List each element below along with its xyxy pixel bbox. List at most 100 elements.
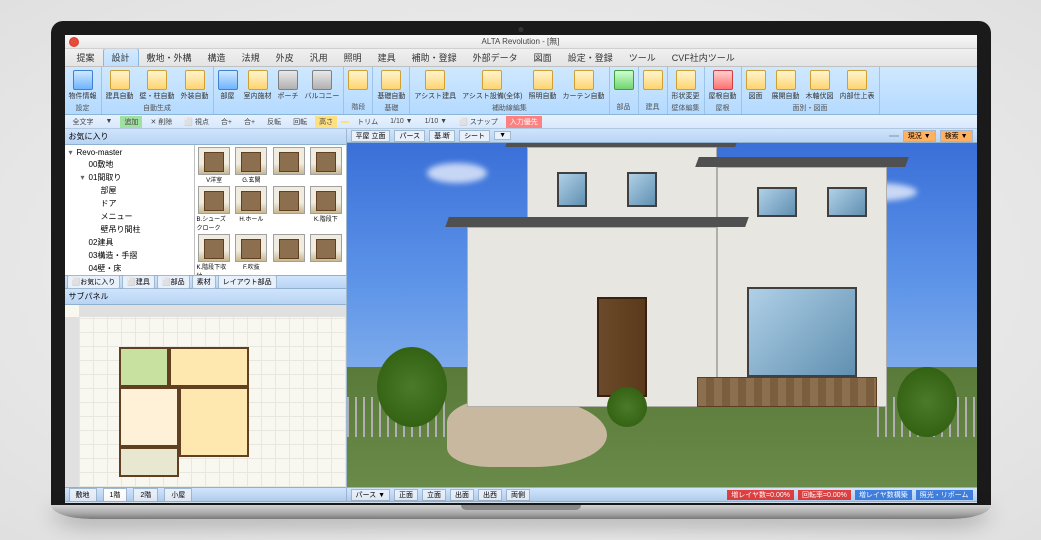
secondary-item[interactable]: ▼ xyxy=(102,117,117,126)
thumbnail-item[interactable] xyxy=(308,147,343,184)
thumbnail-item[interactable] xyxy=(271,234,306,275)
thumbnail-item[interactable]: H.ホール xyxy=(234,186,269,232)
ribbon-button[interactable]: カーテン自動 xyxy=(561,69,607,102)
menu-tab-2[interactable]: 敷地・外構 xyxy=(139,49,200,66)
house-model[interactable] xyxy=(467,157,887,407)
thumbnail-item[interactable]: K.階段下 xyxy=(308,186,343,232)
secondary-item[interactable]: 高さ xyxy=(315,116,337,128)
tree-node[interactable]: 00敷地 xyxy=(67,158,192,171)
thumbnail-item[interactable]: B.シューズクローク xyxy=(197,186,232,232)
secondary-item[interactable]: 回転 xyxy=(289,116,311,128)
view-footer-tab[interactable]: 出面 xyxy=(450,489,474,501)
view-footer-tab[interactable]: 立面 xyxy=(422,489,446,501)
room[interactable] xyxy=(169,347,249,387)
menu-tab-13[interactable]: ツール xyxy=(621,49,664,66)
ribbon-button[interactable]: 図面 xyxy=(744,69,768,102)
ribbon-button[interactable]: ポーチ xyxy=(276,69,301,111)
floor-tab[interactable]: 2階 xyxy=(133,488,158,502)
tree-node[interactable]: ▾01間取り xyxy=(67,171,192,184)
ribbon-button[interactable]: 壁・柱自動 xyxy=(138,69,177,102)
thumbnail-item[interactable] xyxy=(308,234,343,275)
ribbon-button[interactable] xyxy=(612,69,636,101)
room[interactable] xyxy=(179,387,249,457)
ribbon-button[interactable]: 室内施材 xyxy=(242,69,274,111)
view-footer-tab[interactable]: 出西 xyxy=(478,489,502,501)
ribbon-button[interactable]: 物件情報 xyxy=(67,69,99,102)
ribbon-button[interactable] xyxy=(641,69,665,101)
view-header-button[interactable]: 現況 ▼ xyxy=(903,130,936,142)
view-footer-tab[interactable]: パース ▼ xyxy=(351,489,391,501)
menu-tab-0[interactable]: 提案 xyxy=(69,49,103,66)
floorplan-canvas[interactable] xyxy=(79,317,346,487)
ribbon-button[interactable]: 外装自動 xyxy=(179,69,211,102)
menu-tab-12[interactable]: 設定・登録 xyxy=(560,49,621,66)
menu-tab-8[interactable]: 建具 xyxy=(370,49,404,66)
floor-tab[interactable]: 1階 xyxy=(103,488,128,502)
3d-render-view[interactable] xyxy=(347,143,977,487)
view-footer-tab[interactable]: 両側 xyxy=(506,489,530,501)
favorites-tree[interactable]: ▾Revo-master00敷地▾01間取り部屋ドアメニュー壁吊り間柱02建具0… xyxy=(65,145,195,275)
ribbon-button[interactable]: 基礎自動 xyxy=(375,69,407,102)
secondary-item[interactable]: ⬜ 視点 xyxy=(180,116,213,128)
view-header-button[interactable]: ▼ xyxy=(494,131,511,140)
room[interactable] xyxy=(119,387,179,447)
favorites-tab[interactable]: ⬜お気に入り xyxy=(67,275,121,289)
ribbon-button[interactable]: 木軸伏図 xyxy=(804,69,836,102)
thumbnail-item[interactable] xyxy=(271,186,306,232)
tree-node[interactable]: 壁吊り間柱 xyxy=(67,223,192,236)
floor-tab[interactable]: 敷地 xyxy=(69,488,97,502)
ribbon-button[interactable]: 内部仕上表 xyxy=(838,69,877,102)
secondary-item[interactable]: 全文字 xyxy=(69,116,98,128)
ribbon-button[interactable]: 照明自動 xyxy=(527,69,559,102)
secondary-item[interactable]: ✕ 削除 xyxy=(146,116,176,128)
secondary-item[interactable]: 反転 xyxy=(263,116,285,128)
menu-tab-5[interactable]: 外皮 xyxy=(268,49,302,66)
menu-tab-7[interactable]: 照明 xyxy=(336,49,370,66)
secondary-item[interactable]: 合+ xyxy=(240,116,259,128)
favorites-tab[interactable]: 素材 xyxy=(192,275,216,289)
ribbon-button[interactable]: バルコニー xyxy=(303,69,342,111)
ribbon-button[interactable]: 展開自動 xyxy=(770,69,802,102)
view-header-button[interactable]: 検索 ▼ xyxy=(940,130,973,142)
tree-node[interactable]: 04壁・床 xyxy=(67,262,192,275)
thumbnail-item[interactable]: K.階段下収納 xyxy=(197,234,232,275)
tree-node[interactable]: メニュー xyxy=(67,210,192,223)
secondary-item[interactable]: 1/10 ▼ xyxy=(421,117,452,126)
ribbon-button[interactable]: アシスト建具 xyxy=(412,69,458,102)
ribbon-button[interactable]: 建具自動 xyxy=(104,69,136,102)
room[interactable] xyxy=(119,447,179,477)
view-header-button[interactable]: シート xyxy=(459,130,490,142)
menu-tab-10[interactable]: 外部データ xyxy=(465,49,526,66)
menu-tab-6[interactable]: 汎用 xyxy=(302,49,336,66)
ribbon-button[interactable]: 形状変更 xyxy=(670,69,702,102)
menu-tab-14[interactable]: CVF社内ツール xyxy=(664,49,743,66)
secondary-item[interactable]: 入力優先 xyxy=(506,116,542,128)
menu-tab-3[interactable]: 構造 xyxy=(200,49,234,66)
thumbnail-item[interactable]: F.吹抜 xyxy=(234,234,269,275)
view-header-button[interactable] xyxy=(889,135,899,137)
ribbon-button[interactable]: アシスト設備(全体) xyxy=(460,69,524,102)
menu-tab-1[interactable]: 設計 xyxy=(103,48,139,66)
secondary-item[interactable]: 1/10 ▼ xyxy=(386,117,417,126)
tree-node[interactable]: ▾Revo-master xyxy=(67,147,192,158)
view-header-button[interactable]: パース xyxy=(394,130,425,142)
secondary-item[interactable]: 追加 xyxy=(120,116,142,128)
room[interactable] xyxy=(119,347,169,387)
thumbnail-item[interactable]: V洋室 xyxy=(197,147,232,184)
secondary-item[interactable] xyxy=(341,121,349,123)
favorites-tab[interactable]: ⬜建具 xyxy=(122,275,155,289)
ribbon-button[interactable]: 屋根自動 xyxy=(707,69,739,102)
secondary-item[interactable]: 合+ xyxy=(217,116,236,128)
secondary-item[interactable]: ⬜ スナップ xyxy=(455,116,502,128)
menu-tab-4[interactable]: 法規 xyxy=(234,49,268,66)
ribbon-button[interactable] xyxy=(346,69,370,101)
tree-node[interactable]: 部屋 xyxy=(67,184,192,197)
favorites-tab[interactable]: ⬜部品 xyxy=(157,275,190,289)
tree-node[interactable]: 02建具 xyxy=(67,236,192,249)
secondary-item[interactable]: トリム xyxy=(353,116,382,128)
floorplan-view[interactable] xyxy=(65,305,346,487)
floor-tab[interactable]: 小屋 xyxy=(164,488,192,502)
tree-node[interactable]: 03構造・手摺 xyxy=(67,249,192,262)
menu-tab-9[interactable]: 補助・登録 xyxy=(404,49,465,66)
thumbnail-item[interactable]: G.玄関 xyxy=(234,147,269,184)
